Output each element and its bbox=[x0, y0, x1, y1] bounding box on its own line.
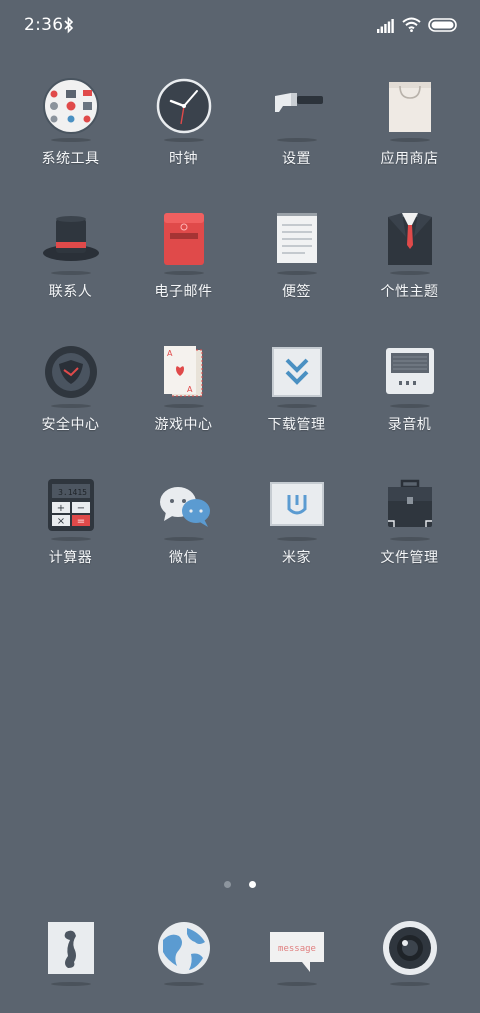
globe-icon bbox=[153, 918, 215, 980]
app-game-center[interactable]: A A 游戏中心 bbox=[127, 342, 240, 434]
mailbox-icon bbox=[154, 209, 214, 269]
icon-shadow bbox=[50, 271, 91, 275]
mijia-icon bbox=[267, 475, 327, 535]
app-label: 微信 bbox=[169, 550, 198, 566]
radio-recorder-icon bbox=[380, 342, 440, 402]
icon-shadow bbox=[276, 138, 317, 142]
app-label: 应用商店 bbox=[380, 151, 439, 167]
app-label: 联系人 bbox=[48, 284, 93, 300]
page-indicator[interactable] bbox=[0, 873, 480, 892]
top-hat-icon bbox=[41, 209, 101, 269]
dock-messages[interactable]: message bbox=[240, 918, 353, 986]
icon-shadow bbox=[276, 982, 317, 986]
dock: message bbox=[0, 918, 480, 988]
app-label: 电子邮件 bbox=[154, 284, 213, 300]
camera-lens-icon bbox=[379, 918, 441, 980]
app-calculator[interactable]: 3.1415 + − × = 计算器 bbox=[14, 475, 127, 567]
app-label: 系统工具 bbox=[41, 151, 100, 167]
icon-shadow bbox=[389, 982, 430, 986]
dock-phone[interactable] bbox=[14, 918, 127, 986]
page-dot-2-active[interactable] bbox=[248, 881, 256, 888]
message-icon-text: message bbox=[278, 944, 316, 954]
cell-signal-icon bbox=[377, 19, 394, 33]
icon-shadow bbox=[163, 537, 204, 541]
phone-icon bbox=[40, 918, 102, 980]
icon-shadow bbox=[276, 271, 317, 275]
app-store[interactable]: 应用商店 bbox=[353, 76, 466, 168]
app-label: 时钟 bbox=[169, 151, 198, 167]
icon-shadow bbox=[50, 138, 91, 142]
app-clock[interactable]: 时钟 bbox=[127, 76, 240, 168]
svg-text:A: A bbox=[167, 349, 173, 358]
icon-shadow bbox=[389, 271, 430, 275]
app-file-manager[interactable]: 文件管理 bbox=[353, 475, 466, 567]
icon-shadow bbox=[276, 404, 317, 408]
icon-shadow bbox=[389, 537, 430, 541]
icon-shadow bbox=[50, 404, 91, 408]
shopping-bag-icon bbox=[380, 76, 440, 136]
battery-icon bbox=[428, 18, 457, 32]
icon-shadow bbox=[50, 982, 91, 986]
icon-shadow bbox=[163, 982, 204, 986]
app-email[interactable]: 电子邮件 bbox=[127, 209, 240, 301]
hammer-icon bbox=[267, 76, 327, 136]
playing-cards-icon: A A bbox=[154, 342, 214, 402]
app-themes[interactable]: 个性主题 bbox=[353, 209, 466, 301]
icon-shadow bbox=[276, 537, 317, 541]
tools-folder-icon bbox=[41, 76, 101, 136]
app-system-tools[interactable]: 系统工具 bbox=[14, 76, 127, 168]
svg-text:+: + bbox=[56, 503, 64, 514]
app-label: 录音机 bbox=[387, 417, 432, 433]
svg-text:×: × bbox=[56, 516, 64, 527]
calculator-icon: 3.1415 + − × = bbox=[41, 475, 101, 535]
svg-text:=: = bbox=[76, 516, 84, 527]
status-bar: 2:36 bbox=[0, 0, 480, 50]
app-label: 游戏中心 bbox=[154, 417, 213, 433]
notepad-icon bbox=[267, 209, 327, 269]
icon-shadow bbox=[50, 537, 91, 541]
app-security[interactable]: 安全中心 bbox=[14, 342, 127, 434]
app-recorder[interactable]: 录音机 bbox=[353, 342, 466, 434]
suit-icon bbox=[380, 209, 440, 269]
app-label: 下载管理 bbox=[267, 417, 326, 433]
icon-shadow bbox=[163, 404, 204, 408]
app-label: 文件管理 bbox=[380, 550, 439, 566]
svg-text:−: − bbox=[76, 503, 84, 514]
app-label: 个性主题 bbox=[380, 284, 439, 300]
shield-icon bbox=[41, 342, 101, 402]
chat-bubbles-icon bbox=[154, 475, 214, 535]
bluetooth-icon bbox=[64, 16, 74, 34]
app-label: 米家 bbox=[282, 550, 311, 566]
dock-camera[interactable] bbox=[353, 918, 466, 986]
briefcase-icon bbox=[380, 475, 440, 535]
app-label: 计算器 bbox=[48, 550, 93, 566]
icon-shadow bbox=[163, 271, 204, 275]
app-label: 设置 bbox=[282, 151, 311, 167]
page-dot-1[interactable] bbox=[224, 881, 232, 888]
dock-browser[interactable] bbox=[127, 918, 240, 986]
icon-shadow bbox=[163, 138, 204, 142]
clock-icon bbox=[154, 76, 214, 136]
app-settings[interactable]: 设置 bbox=[240, 76, 353, 168]
app-notes[interactable]: 便签 bbox=[240, 209, 353, 301]
message-icon: message bbox=[266, 918, 328, 980]
svg-text:A: A bbox=[187, 385, 193, 394]
app-mijia[interactable]: 米家 bbox=[240, 475, 353, 567]
clock-time: 2:36 bbox=[24, 15, 64, 35]
app-label: 安全中心 bbox=[41, 417, 100, 433]
app-label: 便签 bbox=[282, 284, 311, 300]
wifi-icon bbox=[402, 17, 421, 32]
app-downloads[interactable]: 下载管理 bbox=[240, 342, 353, 434]
calculator-display: 3.1415 bbox=[58, 488, 87, 497]
app-contacts[interactable]: 联系人 bbox=[14, 209, 127, 301]
icon-shadow bbox=[389, 404, 430, 408]
download-arrow-icon bbox=[267, 342, 327, 402]
app-wechat[interactable]: 微信 bbox=[127, 475, 240, 567]
icon-shadow bbox=[389, 138, 430, 142]
